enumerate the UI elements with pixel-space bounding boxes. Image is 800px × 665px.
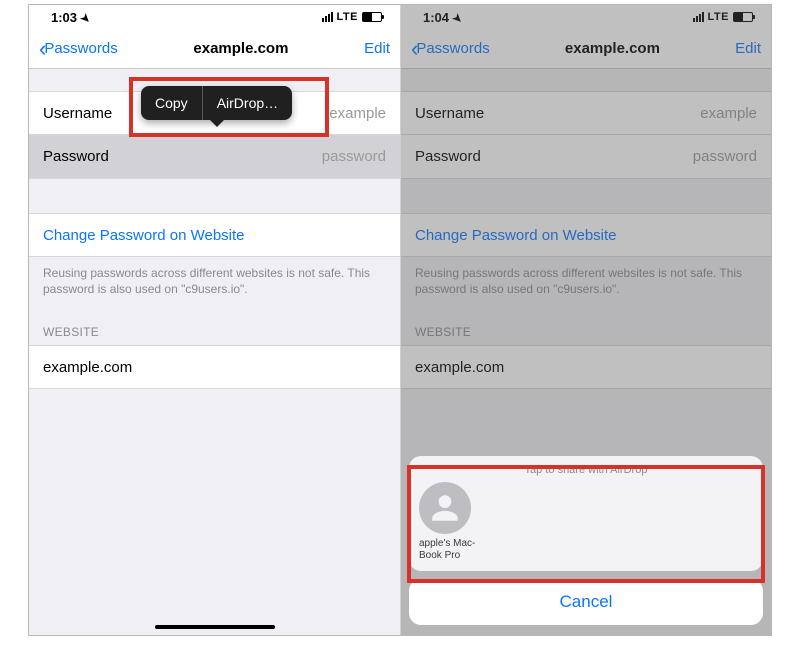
airdrop-card: Tap to share with AirDrop apple's Mac-Bo…	[409, 456, 763, 571]
battery-icon	[362, 12, 382, 22]
comparison-frame: 1:03➤ LTE ‹ Passwords example.com Edit U…	[28, 4, 772, 636]
password-row[interactable]: Password password	[29, 135, 400, 179]
cancel-button[interactable]: Cancel	[409, 579, 763, 625]
airdrop-contact[interactable]: apple's Mac-Book Pro	[419, 482, 491, 561]
location-icon: ➤	[78, 10, 94, 26]
status-right: LTE	[322, 11, 382, 23]
nav-bar: ‹ Passwords example.com Edit	[29, 29, 400, 69]
password-label: Password	[43, 148, 109, 165]
airdrop-menu-item[interactable]: AirDrop…	[203, 86, 292, 120]
phone-left: 1:03➤ LTE ‹ Passwords example.com Edit U…	[29, 5, 400, 635]
back-button[interactable]: ‹ Passwords	[39, 38, 118, 60]
contact-name: apple's Mac-Book Pro	[419, 538, 491, 561]
airdrop-title: Tap to share with AirDrop	[419, 464, 753, 482]
airdrop-sheet: Tap to share with AirDrop apple's Mac-Bo…	[409, 456, 763, 625]
website-row[interactable]: example.com	[29, 345, 400, 389]
website-section-header: WEBSITE	[29, 311, 400, 345]
page-title: example.com	[193, 40, 288, 57]
signal-icon	[322, 12, 333, 22]
reuse-warning: Reusing passwords across different websi…	[29, 257, 400, 311]
status-bar: 1:03➤ LTE	[29, 5, 400, 29]
website-value: example.com	[43, 359, 132, 376]
copy-menu-item[interactable]: Copy	[141, 86, 202, 120]
home-indicator[interactable]	[155, 625, 275, 629]
username-value: example	[329, 105, 386, 122]
password-value: password	[322, 148, 386, 165]
status-time: 1:03➤	[51, 10, 90, 25]
change-password-link[interactable]: Change Password on Website	[29, 213, 400, 257]
edit-button[interactable]: Edit	[364, 40, 390, 57]
context-menu: Copy AirDrop…	[141, 86, 292, 120]
avatar-icon	[419, 482, 471, 534]
back-label: Passwords	[44, 40, 117, 57]
carrier-label: LTE	[337, 11, 358, 23]
phone-right: 1:04➤ LTE ‹ Passwords example.com Edit U…	[400, 5, 771, 635]
username-label: Username	[43, 105, 112, 122]
